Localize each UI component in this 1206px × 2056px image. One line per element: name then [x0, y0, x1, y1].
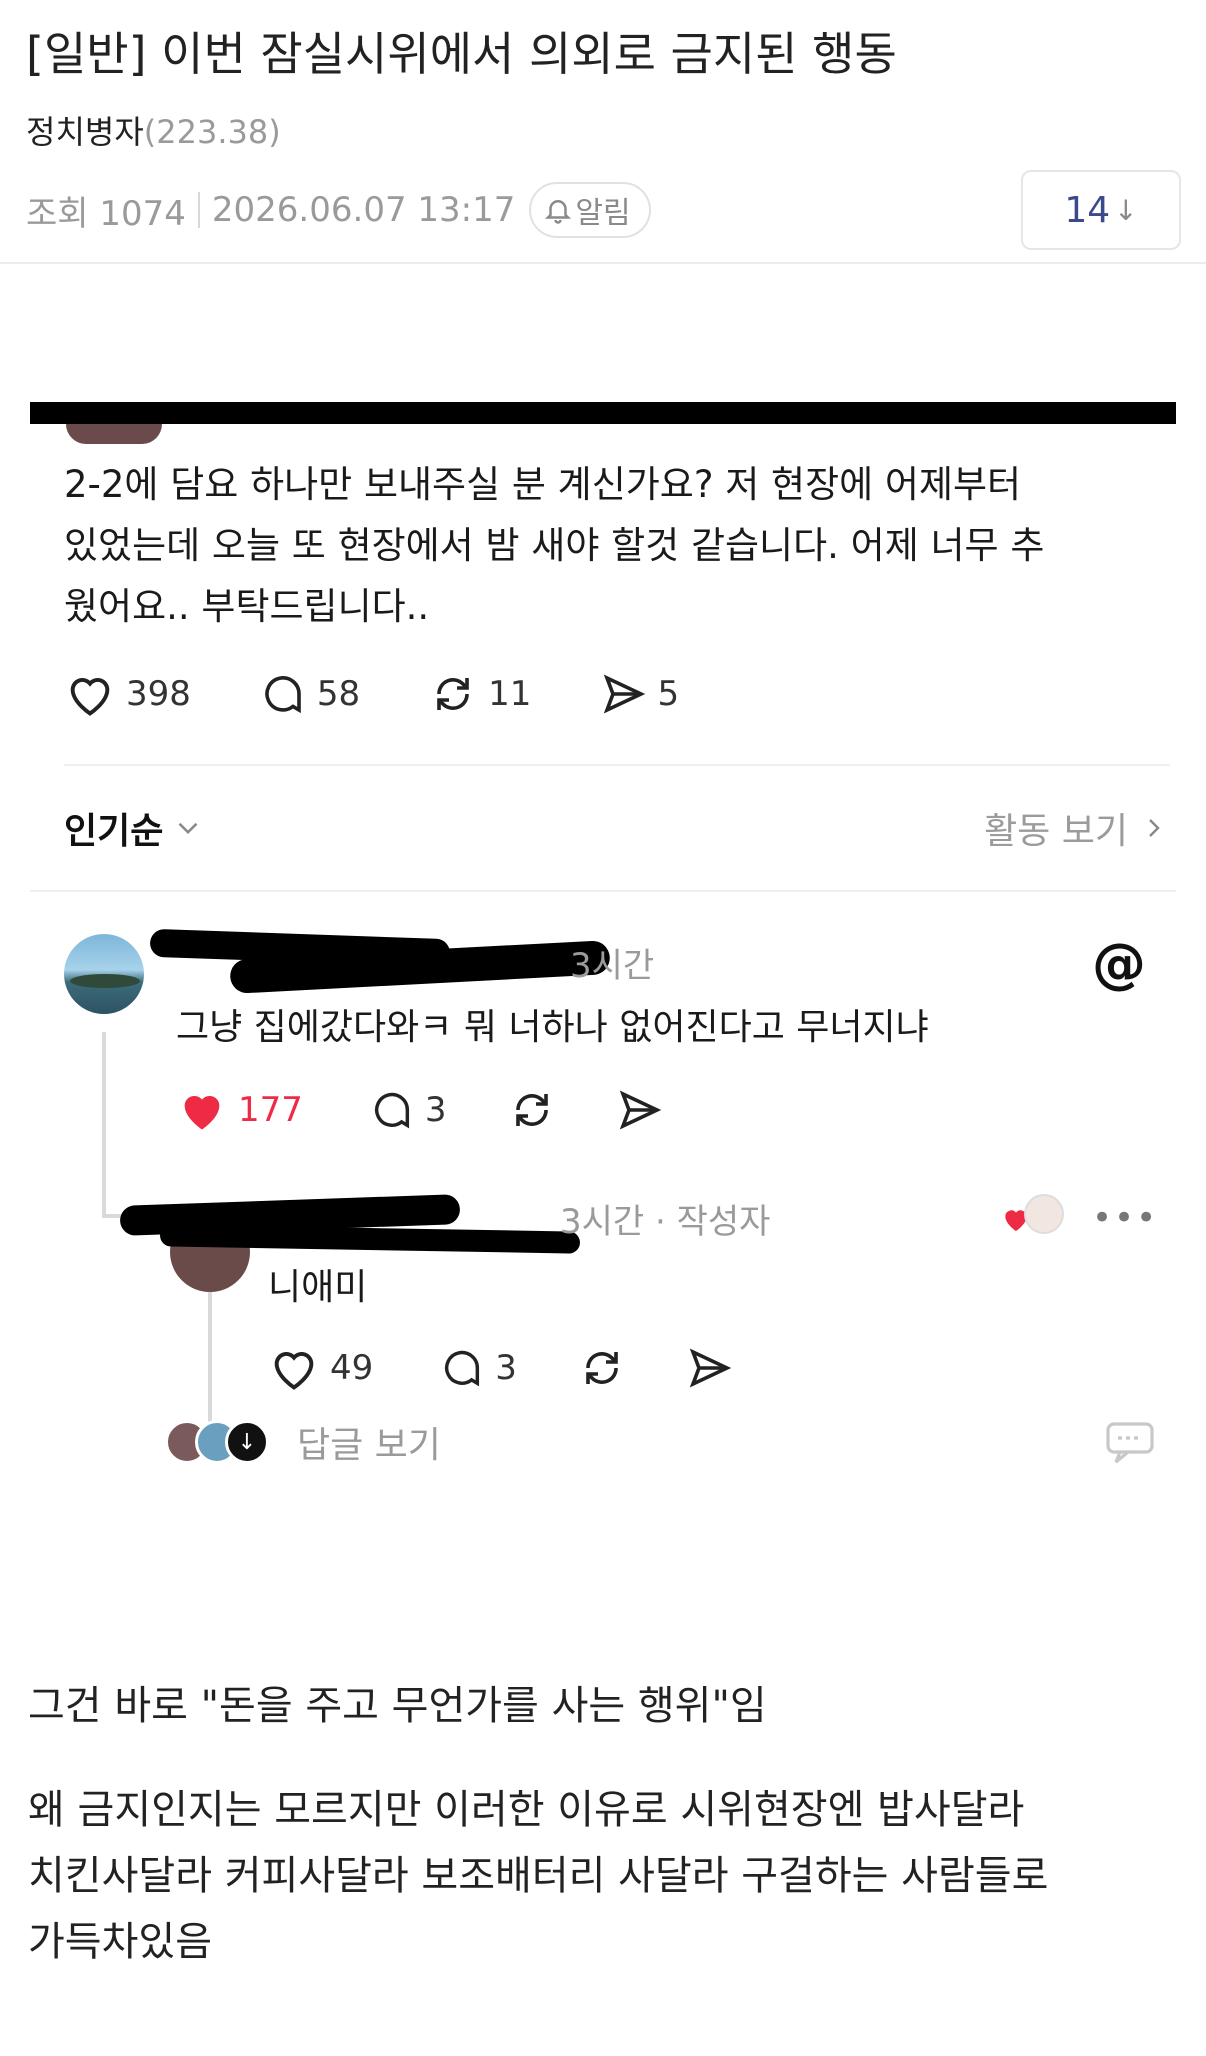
- reply-time: 3시간 · 작성자: [560, 1202, 771, 1242]
- like-button[interactable]: 49: [268, 1344, 373, 1392]
- reply-actions: 49 3: [268, 1344, 733, 1392]
- thread-post-text: 2-2에 담요 하나만 보내주실 분 계신가요? 저 현장에 어제부터 있었는데…: [64, 454, 1124, 637]
- comment-button[interactable]: 58: [259, 670, 360, 718]
- bell-icon: [545, 200, 572, 224]
- comment-count: 58: [316, 674, 361, 714]
- comment-count: 3: [495, 1348, 517, 1388]
- arrow-down-icon: ↓: [225, 1420, 269, 1464]
- send-icon: [689, 1348, 732, 1388]
- post-actions: 398 58 11 5: [64, 670, 679, 718]
- chevron-right-icon: [1149, 819, 1160, 837]
- comment-count-button[interactable]: 14 ↓: [1021, 170, 1181, 250]
- threads-logo-icon: @: [1092, 932, 1146, 995]
- post-date: 2026.06.07 13:17: [211, 190, 516, 230]
- thread-connector: [102, 1032, 106, 1218]
- more-options-icon[interactable]: •••: [1092, 1198, 1158, 1238]
- heart-filled-icon: [184, 1095, 220, 1130]
- thread-post-line: 있었는데 오늘 또 현장에서 밤 새야 할것 같습니다. 어제 너무 추: [64, 524, 1045, 567]
- embedded-screenshot: 2-2에 담요 하나만 보내주실 분 계신가요? 저 현장에 어제부터 있었는데…: [30, 402, 1176, 1512]
- like-count: 398: [126, 674, 191, 714]
- comment-actions: 177 3: [176, 1086, 663, 1134]
- view-replies-label: 답글 보기: [297, 1425, 441, 1466]
- thread-post-line: 웠어요.. 부탁드립니다..: [64, 585, 430, 628]
- commenter-avatar[interactable]: [64, 934, 144, 1014]
- author-name[interactable]: 정치병자: [26, 113, 144, 151]
- post-meta: 조회 1074 2026.06.07 13:17 알림: [26, 182, 651, 238]
- view-replies-button[interactable]: ↓ 답글 보기: [165, 1412, 441, 1472]
- screenshot-top-bar: [30, 402, 1176, 424]
- comment-icon: [265, 676, 301, 714]
- comment-time: 3시간: [570, 946, 655, 986]
- view-activity-link[interactable]: 활동 보기: [984, 802, 1170, 854]
- send-icon: [619, 1090, 661, 1130]
- sort-dropdown[interactable]: 인기순: [64, 802, 205, 854]
- comment-button[interactable]: 3: [439, 1345, 517, 1391]
- body-line: 가득차있음: [28, 1919, 212, 1965]
- share-count: 5: [657, 674, 680, 714]
- comment-text: 그냥 집에갔다와ㅋ 뭐 너하나 없어진다고 무너지냐: [176, 1007, 929, 1048]
- thread-connector: [208, 1292, 212, 1422]
- comment-button[interactable]: 3: [369, 1087, 447, 1133]
- like-count: 177: [238, 1090, 303, 1130]
- chat-bubble-icon: [1106, 1422, 1154, 1464]
- chevron-down-icon: [178, 822, 198, 835]
- comment-icon: [374, 1092, 409, 1129]
- like-button[interactable]: 398: [64, 670, 191, 718]
- activity-link-label: 활동 보기: [984, 811, 1128, 852]
- divider: [64, 764, 1170, 766]
- like-count: 49: [330, 1348, 374, 1388]
- heart-icon: [70, 678, 110, 716]
- author-score: (223.38): [143, 113, 281, 151]
- alarm-button[interactable]: 알림: [529, 182, 651, 238]
- share-button[interactable]: 5: [599, 670, 679, 718]
- body-line: 치킨사달라 커피사달라 보조배터리 사달라 구걸하는 사람들로: [28, 1853, 1049, 1899]
- repost-icon: [586, 1352, 618, 1384]
- heart-icon: [274, 1352, 314, 1390]
- author-info: 정치병자(223.38): [26, 108, 281, 156]
- repost-count: 11: [488, 674, 532, 714]
- share-button[interactable]: [615, 1086, 663, 1134]
- repost-button[interactable]: 11: [428, 670, 531, 718]
- divider: [30, 890, 1176, 892]
- view-count: 조회 1074: [26, 193, 186, 234]
- like-button[interactable]: 177: [176, 1086, 303, 1134]
- thread-post-line: 2-2에 담요 하나만 보내주실 분 계신가요? 저 현장에 어제부터: [64, 463, 1022, 506]
- author-liked-badge: [1000, 1192, 1064, 1236]
- body-line: 그건 바로 "돈을 주고 무언가를 사는 행위"임: [28, 1683, 767, 1729]
- poster-avatar: [66, 424, 162, 444]
- meta-divider: [197, 192, 200, 228]
- comment-icon: [445, 1350, 480, 1387]
- comment-count-value: 14: [1064, 189, 1111, 231]
- header-divider: [0, 262, 1206, 264]
- repost-button[interactable]: [507, 1086, 557, 1134]
- share-button[interactable]: [685, 1344, 733, 1392]
- send-icon: [604, 674, 646, 714]
- reply-text: 니애미: [268, 1267, 368, 1308]
- sort-label: 인기순: [64, 811, 164, 852]
- repost-icon: [437, 678, 469, 710]
- sort-row: 인기순 활동 보기: [64, 800, 1170, 856]
- comment-count: 3: [424, 1090, 447, 1130]
- body-line: 왜 금지인지는 모르지만 이러한 이유로 시위현장엔 밥사달라: [28, 1787, 1025, 1833]
- post-title: [일반] 이번 잠실시위에서 의외로 금지된 행동: [26, 27, 897, 81]
- repost-button[interactable]: [577, 1344, 627, 1392]
- alarm-label: 알림: [575, 196, 631, 231]
- down-arrow-icon: ↓: [1114, 193, 1138, 227]
- repost-icon: [515, 1094, 548, 1126]
